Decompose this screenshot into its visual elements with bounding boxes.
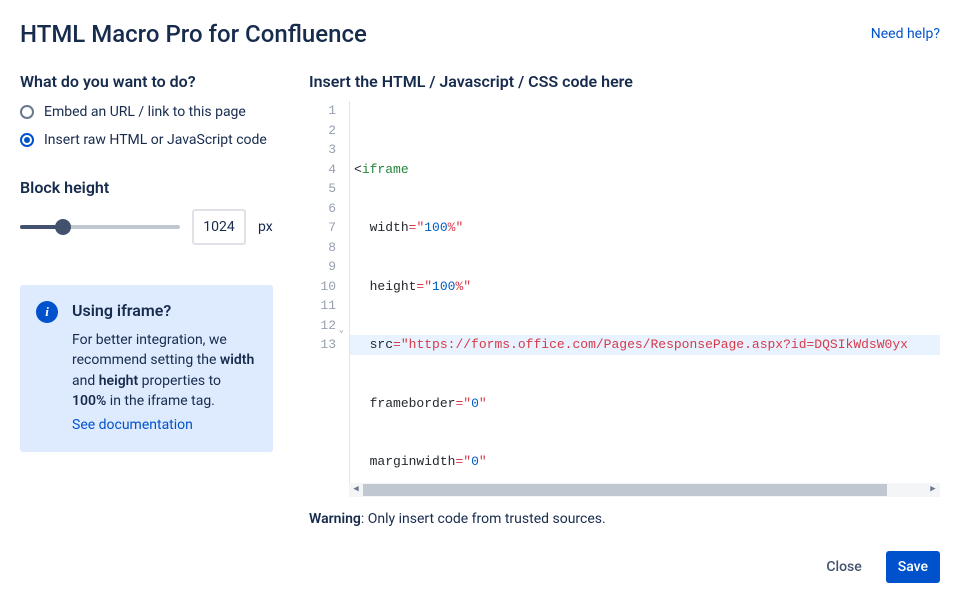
close-button[interactable]: Close — [814, 551, 873, 583]
tok: src — [370, 337, 393, 352]
radio-unselected-icon — [20, 105, 34, 119]
tok: = — [393, 337, 401, 352]
tok: " — [463, 454, 471, 469]
code-area[interactable]: <iframe width="100%" height="100%" src="… — [350, 101, 940, 497]
tok: " — [479, 396, 487, 411]
editor-title: Insert the HTML / Javascript / CSS code … — [309, 72, 940, 91]
code-line: <iframe — [354, 160, 940, 180]
tok: " — [479, 454, 487, 469]
tok: 0 — [471, 454, 479, 469]
line-number: 11 — [309, 296, 336, 316]
info-icon: i — [36, 301, 58, 323]
scroll-left-arrow-icon[interactable]: ◀ — [349, 483, 363, 497]
option-embed-url[interactable]: Embed an URL / link to this page — [20, 103, 273, 123]
line-number: 1 — [309, 101, 336, 121]
tok: " — [455, 220, 463, 235]
block-height-label: Block height — [20, 178, 273, 197]
code-line: src="https://forms.office.com/Pages/Resp… — [354, 335, 940, 355]
right-panel: Insert the HTML / Javascript / CSS code … — [309, 72, 940, 583]
editor-gutter: 1 2 3 4 5 6 7 8 9 10 11 12⌄ 13 — [309, 101, 342, 497]
help-link[interactable]: Need help? — [871, 26, 940, 42]
code-line: height="100%" — [354, 277, 940, 297]
option-embed-url-label: Embed an URL / link to this page — [44, 103, 246, 123]
tok — [354, 396, 370, 411]
line-number: 8 — [309, 238, 336, 258]
tok — [354, 220, 370, 235]
tok: " — [463, 396, 471, 411]
info-panel: i Using iframe? For better integration, … — [20, 285, 273, 451]
warning-body: : Only insert code from trusted sources. — [361, 511, 606, 527]
info-title: Using iframe? — [72, 301, 257, 320]
tok: " — [424, 279, 432, 294]
info-text: For better integration, we recommend set… — [72, 330, 257, 435]
line-number-text: 12 — [320, 318, 336, 333]
scroll-right-arrow-icon[interactable]: ▶ — [926, 483, 940, 497]
see-documentation-link[interactable]: See documentation — [72, 415, 193, 435]
line-number: 3 — [309, 140, 336, 160]
info-text-frag: For better integration, we recommend set… — [72, 332, 227, 368]
tok: 100 — [424, 220, 447, 235]
tok: 100 — [432, 279, 455, 294]
code-line: frameborder="0" — [354, 394, 940, 414]
tok: frameborder — [370, 396, 456, 411]
option-insert-raw[interactable]: Insert raw HTML or JavaScript code — [20, 131, 273, 151]
dialog-title: HTML Macro Pro for Confluence — [20, 20, 367, 48]
info-100-bold: 100% — [72, 393, 106, 409]
info-height-bold: height — [99, 373, 138, 389]
px-label: px — [258, 219, 273, 235]
tok: height — [370, 279, 417, 294]
line-number: 12⌄ — [309, 316, 336, 336]
dialog-body: What do you want to do? Embed an URL / l… — [20, 72, 940, 583]
dialog-footer: Close Save — [309, 551, 940, 583]
line-number: 13 — [309, 335, 336, 355]
warning-label: Warning — [309, 511, 361, 527]
tok: https://forms.office.com/Pages/ResponseP… — [409, 337, 908, 352]
line-number: 10 — [309, 277, 336, 297]
line-number: 7 — [309, 218, 336, 238]
tok — [354, 279, 370, 294]
tok: " — [401, 337, 409, 352]
code-line: marginwidth="0" — [354, 452, 940, 472]
tok: width — [370, 220, 409, 235]
tok: < — [354, 162, 362, 177]
line-number: 4 — [309, 160, 336, 180]
line-number: 2 — [309, 121, 336, 141]
line-number: 5 — [309, 179, 336, 199]
question-label: What do you want to do? — [20, 72, 273, 91]
line-number: 9 — [309, 257, 336, 277]
scroll-thumb[interactable] — [363, 484, 887, 496]
block-height-controls: px — [20, 209, 273, 245]
block-height-section: Block height px — [20, 178, 273, 245]
info-text-frag: properties to — [138, 373, 221, 389]
code-line: width="100%" — [354, 218, 940, 238]
block-height-slider[interactable] — [20, 225, 180, 229]
line-number: 6 — [309, 199, 336, 219]
tok: 0 — [471, 396, 479, 411]
info-text-frag: in the iframe tag. — [106, 393, 215, 409]
fold-marker-icon[interactable]: ⌄ — [339, 321, 344, 341]
slider-thumb[interactable] — [55, 219, 71, 235]
tok — [354, 337, 370, 352]
dialog-header: HTML Macro Pro for Confluence Need help? — [20, 20, 940, 48]
left-panel: What do you want to do? Embed an URL / l… — [20, 72, 273, 583]
tok — [354, 454, 370, 469]
tok: marginwidth — [370, 454, 456, 469]
info-text-frag: and — [72, 373, 99, 389]
save-button[interactable]: Save — [886, 551, 940, 583]
code-editor[interactable]: 1 2 3 4 5 6 7 8 9 10 11 12⌄ 13 <iframe w… — [309, 101, 940, 497]
tok: iframe — [362, 162, 409, 177]
horizontal-scrollbar[interactable]: ◀ ▶ — [349, 483, 940, 497]
warning-text: Warning: Only insert code from trusted s… — [309, 511, 940, 527]
tok: " — [463, 279, 471, 294]
radio-selected-icon — [20, 133, 34, 147]
block-height-input[interactable] — [192, 209, 246, 245]
scroll-track[interactable] — [363, 484, 926, 496]
info-body: Using iframe? For better integration, we… — [72, 301, 257, 435]
info-width-bold: width — [220, 352, 254, 368]
option-insert-raw-label: Insert raw HTML or JavaScript code — [44, 131, 267, 151]
